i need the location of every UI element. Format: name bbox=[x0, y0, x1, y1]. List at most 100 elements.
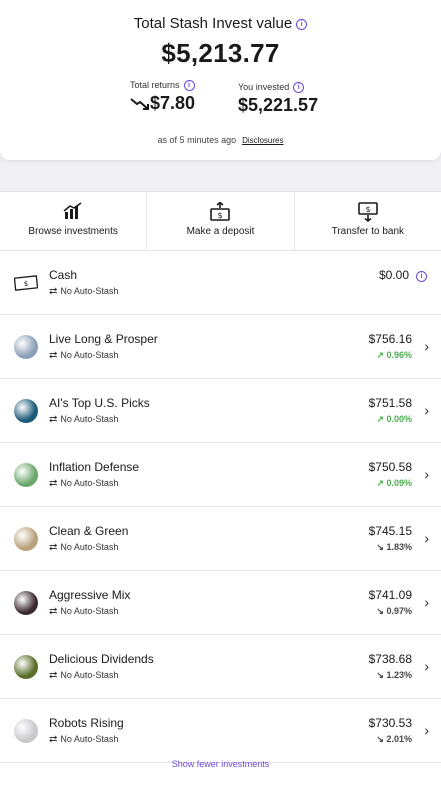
investment-avatar bbox=[14, 335, 38, 359]
investment-row[interactable]: Clean & Green ⇄ No Auto-Stash $745.15 ↘ 1.83… bbox=[0, 507, 441, 571]
investment-amount: $745.15 bbox=[368, 524, 412, 538]
cash-autostash: ⇄ No Auto-Stash bbox=[49, 286, 118, 297]
trend-down-icon: ↘ bbox=[376, 734, 384, 744]
investment-amount: $751.58 bbox=[368, 396, 412, 410]
repeat-icon: ⇄ bbox=[49, 542, 58, 553]
investment-row[interactable]: Delicious Dividends ⇄ No Auto-Stash $738.68… bbox=[0, 635, 441, 699]
svg-text:$: $ bbox=[218, 211, 223, 220]
investment-autostash: ⇄ No Auto-Stash bbox=[49, 606, 118, 617]
investment-autostash-label: No Auto-Stash bbox=[60, 350, 119, 360]
transfer-to-bank-label: Transfer to bank bbox=[331, 226, 405, 237]
as-of-line: as of 5 minutes ago Disclosures bbox=[0, 135, 441, 145]
info-icon[interactable]: i bbox=[296, 18, 308, 30]
browse-investments-button[interactable]: Browse investments bbox=[0, 192, 148, 250]
repeat-icon: ⇄ bbox=[49, 350, 58, 361]
trend-down-icon: ↘ bbox=[376, 606, 384, 616]
trend-up-icon: ↗ bbox=[376, 350, 384, 360]
investment-change: ↗ 0.09% bbox=[376, 478, 412, 489]
svg-text:$: $ bbox=[24, 280, 28, 288]
investment-change-value: 1.23% bbox=[386, 670, 412, 680]
trend-up-icon: ↗ bbox=[376, 414, 384, 424]
investment-autostash: ⇄ No Auto-Stash bbox=[49, 478, 118, 489]
investment-autostash-label: No Auto-Stash bbox=[60, 478, 119, 488]
investment-amount: $730.53 bbox=[368, 716, 412, 730]
investment-autostash-label: No Auto-Stash bbox=[60, 670, 119, 680]
info-icon[interactable]: i bbox=[183, 80, 195, 92]
chevron-right-icon[interactable]: › bbox=[424, 466, 429, 482]
repeat-icon: ⇄ bbox=[49, 606, 58, 617]
total-returns-label: Total returns bbox=[130, 80, 180, 90]
investment-amount: $741.09 bbox=[368, 588, 412, 602]
make-deposit-button[interactable]: $ Make a deposit bbox=[147, 192, 295, 250]
investment-row[interactable]: Inflation Defense ⇄ No Auto-Stash $750.58 ↗ … bbox=[0, 443, 441, 507]
you-invested-label: You invested bbox=[238, 82, 290, 92]
chevron-right-icon[interactable]: › bbox=[424, 530, 429, 546]
repeat-icon: ⇄ bbox=[49, 478, 58, 489]
transfer-icon: $ bbox=[358, 202, 378, 222]
cash-row[interactable]: $ Cash ⇄ No Auto-Stash $0.00 i bbox=[0, 251, 441, 315]
investment-autostash-label: No Auto-Stash bbox=[60, 542, 119, 552]
chevron-right-icon[interactable]: › bbox=[424, 402, 429, 418]
investment-name: Delicious Dividends bbox=[49, 652, 154, 666]
investment-change-value: 0.00% bbox=[386, 414, 412, 424]
investment-change: ↗ 0.96% bbox=[376, 350, 412, 361]
action-bar: Browse investments $ Make a deposit $ Tr… bbox=[0, 191, 441, 251]
cash-name: Cash bbox=[49, 268, 78, 282]
investment-change-value: 0.09% bbox=[386, 478, 412, 488]
trend-down-icon: ↘ bbox=[376, 542, 384, 552]
chevron-right-icon[interactable]: › bbox=[424, 594, 429, 610]
you-invested-value: $5,221.57 bbox=[238, 95, 319, 116]
chevron-right-icon[interactable]: › bbox=[424, 338, 429, 354]
investment-autostash: ⇄ No Auto-Stash bbox=[49, 350, 118, 361]
investment-change-value: 1.83% bbox=[386, 542, 412, 552]
investment-row[interactable]: Robots Rising ⇄ No Auto-Stash $730.53 ↘ 2.01… bbox=[0, 699, 441, 763]
cash-autostash-label: No Auto-Stash bbox=[60, 286, 119, 296]
investments-panel: Browse investments $ Make a deposit $ Tr… bbox=[0, 191, 441, 795]
investment-change: ↘ 2.01% bbox=[376, 734, 412, 745]
repeat-icon: ⇄ bbox=[49, 734, 58, 745]
repeat-icon: ⇄ bbox=[49, 286, 58, 297]
investment-autostash-label: No Auto-Stash bbox=[60, 606, 119, 616]
investment-avatar bbox=[14, 399, 38, 423]
trend-down-icon bbox=[130, 98, 149, 111]
chevron-right-icon[interactable]: › bbox=[424, 658, 429, 674]
total-returns-value: $7.80 bbox=[150, 93, 196, 114]
repeat-icon: ⇄ bbox=[49, 670, 58, 681]
deposit-icon: $ bbox=[210, 202, 231, 221]
investment-amount: $756.16 bbox=[368, 332, 412, 346]
total-value-title: Total Stash Invest value bbox=[133, 15, 293, 32]
trend-down-icon: ↘ bbox=[376, 670, 384, 680]
show-fewer-link[interactable]: Show fewer investments bbox=[0, 759, 441, 769]
investment-change: ↘ 1.23% bbox=[376, 670, 412, 681]
investment-autostash-label: No Auto-Stash bbox=[60, 414, 119, 424]
investment-name: Inflation Defense bbox=[49, 460, 140, 474]
total-returns: Total returns i $7.80 bbox=[130, 80, 195, 114]
investment-avatar bbox=[14, 527, 38, 551]
cash-icon: $ bbox=[14, 275, 38, 291]
investment-change-value: 0.96% bbox=[386, 350, 412, 360]
bar-chart-icon bbox=[63, 202, 82, 219]
investment-list: Live Long & Prosper ⇄ No Auto-Stash $756.16… bbox=[0, 315, 441, 763]
investment-avatar bbox=[14, 591, 38, 615]
investment-row[interactable]: Aggressive Mix ⇄ No Auto-Stash $741.09 ↘ 0.9… bbox=[0, 571, 441, 635]
investment-change: ↘ 0.97% bbox=[376, 606, 412, 617]
investment-name: AI's Top U.S. Picks bbox=[49, 396, 150, 410]
repeat-icon: ⇄ bbox=[49, 414, 58, 425]
investment-autostash: ⇄ No Auto-Stash bbox=[49, 734, 118, 745]
info-icon[interactable]: i bbox=[293, 82, 305, 94]
transfer-to-bank-button[interactable]: $ Transfer to bank bbox=[295, 192, 441, 250]
investment-autostash-label: No Auto-Stash bbox=[60, 734, 119, 744]
info-icon[interactable]: i bbox=[416, 271, 427, 282]
disclosures-link[interactable]: Disclosures bbox=[242, 136, 283, 145]
investment-avatar bbox=[14, 719, 38, 743]
investment-name: Live Long & Prosper bbox=[49, 332, 158, 346]
investment-avatar bbox=[14, 655, 38, 679]
you-invested: You invested i $5,221.57 bbox=[238, 82, 318, 116]
investment-row[interactable]: AI's Top U.S. Picks ⇄ No Auto-Stash $751.58… bbox=[0, 379, 441, 443]
investment-change-value: 0.97% bbox=[386, 606, 412, 616]
investment-row[interactable]: Live Long & Prosper ⇄ No Auto-Stash $756.16… bbox=[0, 315, 441, 379]
trend-up-icon: ↗ bbox=[376, 478, 384, 488]
chevron-right-icon[interactable]: › bbox=[424, 722, 429, 738]
make-deposit-label: Make a deposit bbox=[186, 226, 255, 237]
investment-name: Robots Rising bbox=[49, 716, 124, 730]
